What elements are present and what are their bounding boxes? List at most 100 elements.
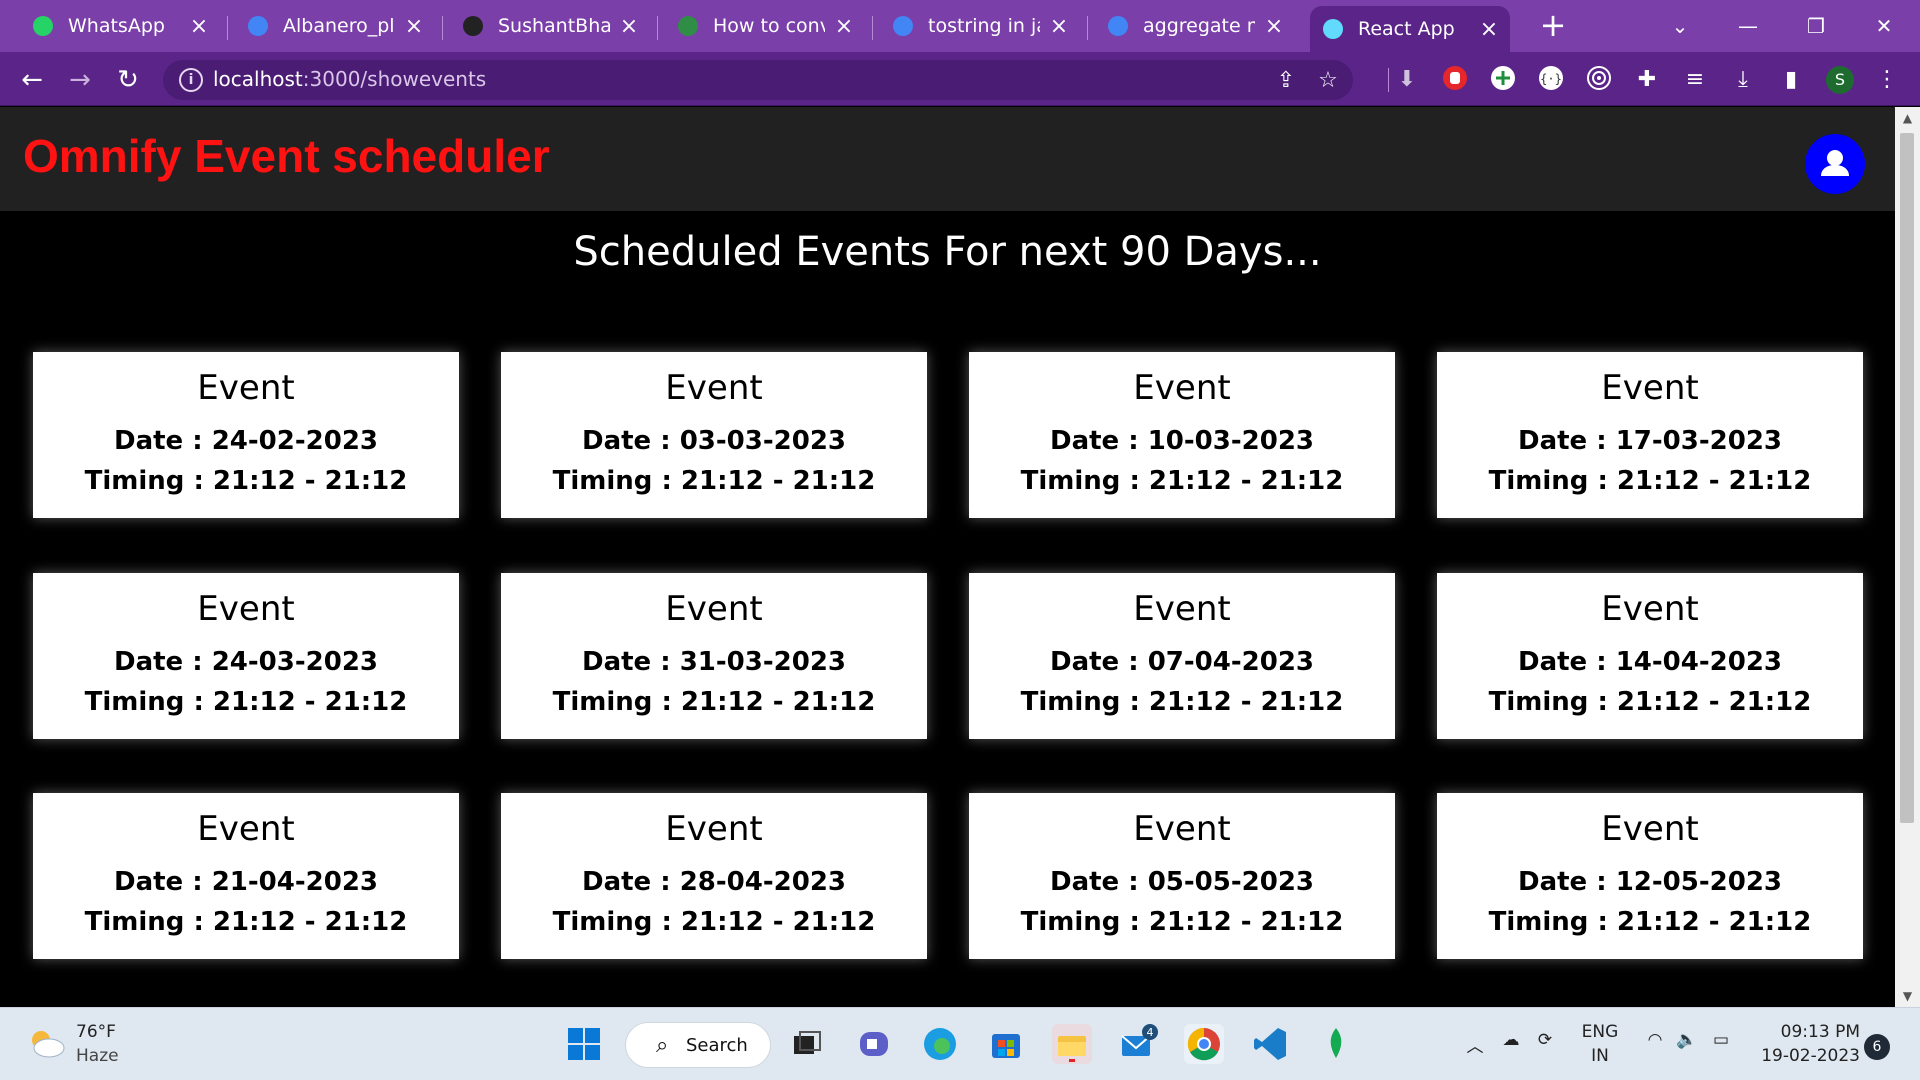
site-info-icon[interactable]: i xyxy=(179,68,203,92)
event-title: Event xyxy=(1133,368,1231,408)
user-account-button[interactable] xyxy=(1805,134,1865,194)
language-indicator-bottom[interactable]: IN xyxy=(1575,1046,1625,1066)
pin-extension-icon[interactable]: ⬇ xyxy=(1392,65,1422,95)
browser-menu-icon[interactable]: ⋮ xyxy=(1872,65,1902,95)
tab-close-icon[interactable]: × xyxy=(1478,17,1500,42)
microsoft-store-icon[interactable] xyxy=(986,1024,1026,1064)
vscode-icon[interactable] xyxy=(1250,1024,1290,1064)
extensions-puzzle-icon[interactable]: ✚ xyxy=(1632,65,1662,95)
tab-separator xyxy=(657,16,658,40)
restore-button[interactable]: ❐ xyxy=(1796,8,1836,44)
json-extension-icon[interactable]: {·} xyxy=(1536,65,1566,95)
weather-temperature[interactable]: 76°F xyxy=(76,1022,116,1042)
browser-tab[interactable]: How to conver × xyxy=(665,6,865,46)
app-title: Omnify Event scheduler xyxy=(23,130,550,182)
edge-browser-icon[interactable] xyxy=(920,1024,960,1064)
teams-chat-icon[interactable] xyxy=(854,1024,894,1064)
back-button[interactable]: ← xyxy=(14,62,50,98)
scrollbar-thumb[interactable] xyxy=(1900,133,1914,823)
tab-close-icon[interactable]: × xyxy=(1048,14,1070,39)
minimize-button[interactable]: — xyxy=(1728,8,1768,44)
address-bar[interactable]: i localhost:3000/showevents ⇪ ☆ xyxy=(163,60,1353,100)
event-date: Date : 28-04-2023 xyxy=(582,867,846,897)
taskbar-search[interactable]: ⌕ Search xyxy=(625,1022,771,1068)
scroll-down-arrow-icon[interactable]: ▼ xyxy=(1895,985,1920,1007)
sync-icon[interactable]: ⟳ xyxy=(1530,1030,1560,1050)
battery-icon[interactable]: ▭ xyxy=(1706,1030,1736,1050)
browser-tab[interactable]: SushantBhaisw × xyxy=(450,6,650,46)
tab-search-chevron-icon[interactable]: ⌄ xyxy=(1660,8,1700,44)
event-card: Event Date : 31-03-2023 Timing : 21:12 - 2… xyxy=(501,573,927,739)
forward-button[interactable]: → xyxy=(62,62,98,98)
scroll-up-arrow-icon[interactable]: ▲ xyxy=(1895,107,1920,129)
show-hidden-icons-chevron-icon[interactable]: ︿ xyxy=(1460,1032,1490,1057)
tab-title: SushantBhaisw xyxy=(498,15,610,37)
side-panel-icon[interactable]: ▮ xyxy=(1776,65,1806,95)
event-timing: Timing : 21:12 - 21:12 xyxy=(1488,466,1812,496)
docs-icon xyxy=(245,13,271,39)
browser-tab-strip: WhatsApp×Albanero_playb×SushantBhaisw×Ho… xyxy=(0,0,1920,52)
new-tab-button[interactable]: + xyxy=(1535,8,1571,44)
user-icon xyxy=(1821,150,1849,176)
downloads-icon[interactable]: ⤓ xyxy=(1728,65,1758,95)
adblock-extension-icon[interactable] xyxy=(1440,65,1470,95)
profile-avatar[interactable]: S xyxy=(1826,66,1854,94)
event-timing: Timing : 21:12 - 21:12 xyxy=(1488,687,1812,717)
tab-separator xyxy=(872,16,873,40)
notification-count-badge[interactable]: 6 xyxy=(1864,1034,1890,1060)
tab-separator xyxy=(227,16,228,40)
target-extension-icon[interactable] xyxy=(1584,65,1614,95)
google-icon xyxy=(1105,13,1131,39)
language-indicator-top[interactable]: ENG xyxy=(1575,1022,1625,1042)
clock-date[interactable]: 19-02-2023 xyxy=(1740,1046,1860,1066)
browser-tab[interactable]: Albanero_playb × xyxy=(235,6,435,46)
tab-close-icon[interactable]: × xyxy=(403,14,425,39)
event-card: Event Date : 10-03-2023 Timing : 21:12 - 2… xyxy=(969,352,1395,518)
share-icon[interactable]: ⇪ xyxy=(1273,68,1299,94)
tab-close-icon[interactable]: × xyxy=(188,14,210,39)
url-text[interactable]: localhost:3000/showevents xyxy=(213,67,486,91)
app-header: Omnify Event scheduler xyxy=(0,107,1895,211)
volume-icon[interactable]: 🔈 xyxy=(1672,1030,1702,1050)
browser-tab[interactable]: WhatsApp × xyxy=(20,6,220,46)
onedrive-icon[interactable]: ☁ xyxy=(1496,1030,1526,1050)
mongodb-compass-icon[interactable] xyxy=(1316,1024,1356,1064)
close-window-button[interactable]: ✕ xyxy=(1864,8,1904,44)
event-date: Date : 12-05-2023 xyxy=(1518,867,1782,897)
mail-icon[interactable]: 4 xyxy=(1118,1024,1158,1064)
event-timing: Timing : 21:12 - 21:12 xyxy=(84,466,408,496)
tab-close-icon[interactable]: × xyxy=(1263,14,1285,39)
event-card: Event Date : 14-04-2023 Timing : 21:12 - 2… xyxy=(1437,573,1863,739)
bookmark-star-icon[interactable]: ☆ xyxy=(1315,68,1341,94)
event-title: Event xyxy=(665,809,763,849)
chrome-browser-icon[interactable] xyxy=(1184,1024,1224,1064)
browser-tab[interactable]: aggregate mor × xyxy=(1095,6,1295,46)
event-card: Event Date : 07-04-2023 Timing : 21:12 - 2… xyxy=(969,573,1395,739)
event-card: Event Date : 05-05-2023 Timing : 21:12 - 2… xyxy=(969,793,1395,959)
media-queue-icon[interactable]: ≡ xyxy=(1680,65,1710,95)
add-extension-icon[interactable] xyxy=(1488,65,1518,95)
page-scrollbar[interactable]: ▲ ▼ xyxy=(1895,107,1920,1007)
clock-time[interactable]: 09:13 PM xyxy=(1740,1022,1860,1042)
event-timing: Timing : 21:12 - 21:12 xyxy=(84,687,408,717)
event-timing: Timing : 21:12 - 21:12 xyxy=(552,907,876,937)
weather-haze-icon[interactable] xyxy=(26,1026,66,1062)
browser-tab[interactable]: tostring in java × xyxy=(880,6,1080,46)
wifi-icon[interactable]: ◠ xyxy=(1640,1030,1670,1050)
file-explorer-icon[interactable] xyxy=(1052,1024,1092,1064)
start-windows-icon[interactable] xyxy=(564,1024,604,1064)
weather-condition[interactable]: Haze xyxy=(76,1046,119,1066)
svg-text:{·}: {·} xyxy=(1540,72,1562,86)
event-date: Date : 05-05-2023 xyxy=(1050,867,1314,897)
event-card: Event Date : 24-02-2023 Timing : 21:12 - 2… xyxy=(33,352,459,518)
event-timing: Timing : 21:12 - 21:12 xyxy=(552,687,876,717)
tab-title: Albanero_playb xyxy=(283,15,395,37)
tab-close-icon[interactable]: × xyxy=(833,14,855,39)
reload-button[interactable]: ↻ xyxy=(110,62,146,98)
tab-title: React App xyxy=(1358,18,1455,40)
browser-tab[interactable]: React App × xyxy=(1310,6,1510,52)
task-view-icon[interactable] xyxy=(786,1024,826,1064)
tab-close-icon[interactable]: × xyxy=(618,14,640,39)
svg-text:4: 4 xyxy=(1147,1026,1154,1039)
event-title: Event xyxy=(1133,589,1231,629)
